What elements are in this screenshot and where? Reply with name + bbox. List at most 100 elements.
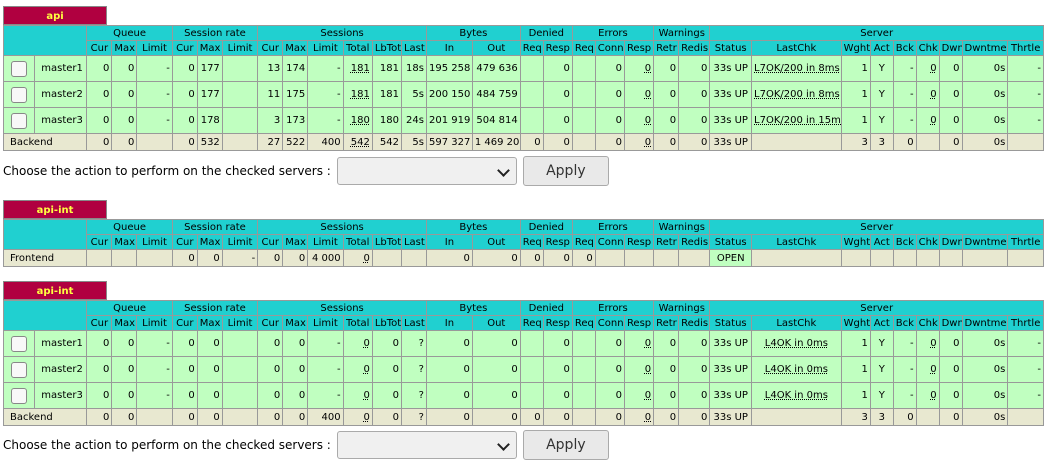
- stat-cell: 0s: [961, 330, 1009, 357]
- stat-cell: 0: [282, 249, 309, 267]
- stat-cell: 1 469 209: [471, 133, 521, 151]
- stat-value: 504 814: [476, 115, 518, 126]
- server-checkbox[interactable]: [11, 112, 28, 129]
- stat-cell: -: [1007, 356, 1044, 383]
- stat-cell: 0: [678, 330, 711, 357]
- server-name[interactable]: master2: [34, 81, 88, 108]
- column-header: Req: [571, 40, 596, 56]
- group-header: Bytes: [425, 300, 521, 316]
- server-checkbox[interactable]: [11, 387, 28, 404]
- stat-value: 0: [534, 252, 541, 264]
- stat-value: -: [1037, 115, 1041, 126]
- stat-value: 5s: [412, 136, 424, 148]
- stat-value: 0: [102, 63, 110, 74]
- stat-value: 201 919: [428, 115, 471, 126]
- server-checkbox[interactable]: [11, 335, 28, 352]
- stat-cell: 0: [938, 55, 963, 82]
- stat-value: Y: [878, 63, 885, 74]
- server-checkbox[interactable]: [11, 86, 28, 103]
- column-header: Conn: [594, 40, 625, 56]
- stat-cell: 0: [342, 330, 373, 357]
- action-select[interactable]: [336, 157, 517, 185]
- stat-value: 0: [953, 115, 960, 126]
- stat-cell: 0: [542, 133, 573, 151]
- server-name[interactable]: master3: [34, 382, 88, 409]
- stat-value: -: [1037, 89, 1041, 100]
- stat-cell: 0: [111, 330, 138, 357]
- server-checkbox[interactable]: [11, 60, 28, 77]
- group-header: Queue: [86, 300, 173, 316]
- stat-cell: 0: [171, 330, 198, 357]
- column-header: Max: [196, 234, 223, 250]
- group-header: Errors: [571, 300, 655, 316]
- stat-value: Y: [878, 89, 885, 100]
- row-name: Frontend: [2, 249, 88, 267]
- column-header: Dwn: [938, 234, 963, 250]
- server-name[interactable]: master2: [34, 356, 88, 383]
- column-header: Act: [869, 40, 894, 56]
- column-header: Status: [709, 234, 753, 250]
- stat-value: 0: [463, 390, 470, 401]
- stat-cell: [571, 382, 596, 409]
- stat-cell: [86, 249, 113, 267]
- stat-value: 0: [392, 364, 399, 375]
- apply-button[interactable]: Apply: [522, 156, 609, 186]
- column-header: Max: [111, 40, 138, 56]
- action-select[interactable]: [336, 431, 517, 459]
- stat-cell: 0: [171, 133, 198, 151]
- stat-cell: 0: [594, 81, 625, 108]
- stat-value: 27: [267, 136, 281, 148]
- stat-value: 180: [350, 115, 370, 126]
- column-header: Chk: [915, 315, 940, 331]
- column-header: Max: [282, 315, 309, 331]
- stat-cell: Y: [869, 81, 894, 108]
- server-name[interactable]: master1: [34, 55, 88, 82]
- stat-value: Y: [878, 338, 885, 349]
- stat-cell: -: [136, 107, 173, 134]
- stat-value: 0: [644, 364, 652, 375]
- stat-cell: Y: [869, 330, 894, 357]
- stat-value: 0: [615, 89, 622, 100]
- server-name[interactable]: master1: [34, 330, 88, 357]
- stat-cell: 0: [342, 408, 373, 426]
- stat-value: 181: [379, 63, 399, 74]
- stat-value: 0: [392, 390, 399, 401]
- stat-cell: -: [1007, 107, 1044, 134]
- stat-value: 11: [267, 89, 281, 100]
- stat-cell: 522: [282, 133, 309, 151]
- stat-cell: 11: [257, 81, 284, 108]
- stat-value: 0: [701, 364, 708, 375]
- stat-value: 0: [615, 364, 622, 375]
- stat-value: 0: [298, 338, 306, 349]
- frontend-row: Frontend 0 0 - 0 0 4 000 0 0 0 0 0 0 OPEN: [2, 249, 1044, 267]
- stat-value: 0: [188, 89, 195, 100]
- stat-value: 0: [563, 252, 570, 264]
- column-header: Redis: [678, 40, 711, 56]
- stat-value: 400: [321, 136, 341, 148]
- column-header: Limit: [307, 234, 344, 250]
- stat-value: 0: [127, 115, 135, 126]
- stat-cell: [915, 133, 940, 151]
- stat-value: L4OK in 0ms: [764, 364, 828, 375]
- server-checkbox[interactable]: [11, 361, 28, 378]
- column-header: Thrtle: [1007, 234, 1044, 250]
- stat-cell: [869, 249, 894, 267]
- stat-cell: 180: [342, 107, 373, 134]
- stat-cell: 0: [86, 81, 113, 108]
- column-header: Dwntme: [961, 40, 1009, 56]
- stat-cell: 0: [678, 107, 711, 134]
- group-header: Sessions: [257, 219, 427, 235]
- stat-cell: 0: [623, 55, 655, 82]
- server-name[interactable]: master3: [34, 107, 88, 134]
- stat-value: 0: [644, 390, 652, 401]
- stat-cell: 180: [371, 107, 402, 134]
- stat-value: 0: [930, 390, 937, 401]
- apply-button[interactable]: Apply: [522, 430, 609, 460]
- stat-value: 0: [188, 252, 195, 264]
- stat-cell: L7OK/200 in 8ms: [751, 55, 842, 82]
- stat-value: ?: [418, 411, 424, 423]
- action-label: Choose the action to perform on the chec…: [3, 438, 331, 452]
- stat-cell: 0: [519, 249, 544, 267]
- stat-value: 0: [102, 136, 110, 148]
- stat-cell: 0: [542, 249, 573, 267]
